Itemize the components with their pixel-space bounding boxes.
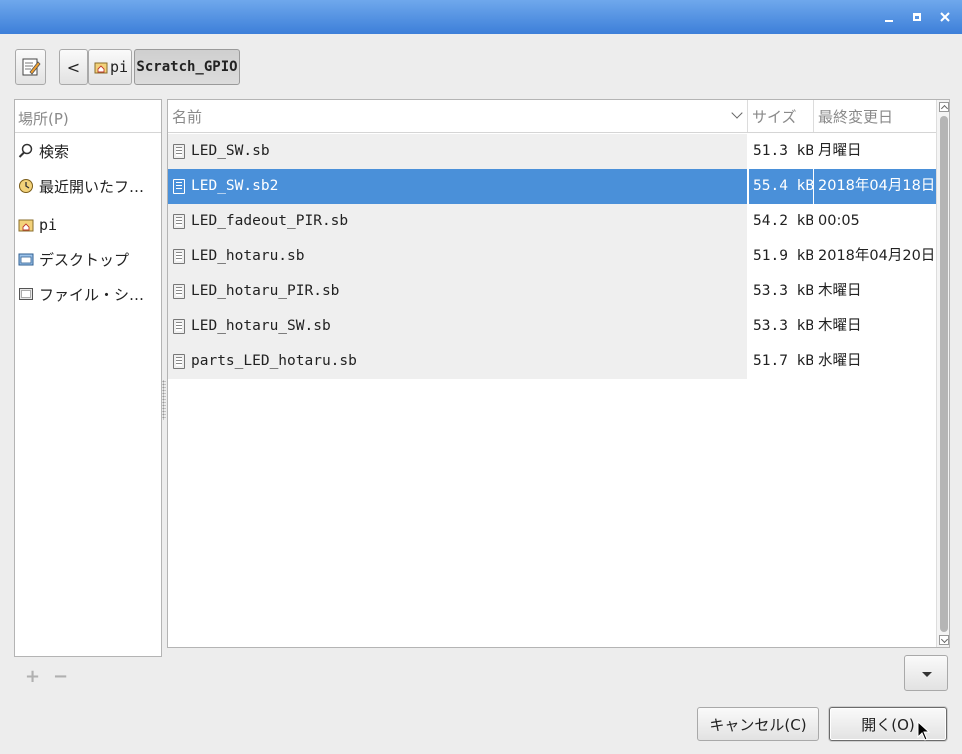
file-name: LED_hotaru_PIR.sb	[191, 283, 340, 299]
file-name: LED_hotaru_SW.sb	[191, 318, 331, 334]
minimize-button[interactable]	[881, 9, 897, 25]
place-label: デスクトップ	[39, 250, 130, 269]
text-file-icon	[173, 249, 185, 264]
file-name-cell: LED_SW.sb	[168, 134, 747, 169]
file-size: 51.7 kB	[753, 353, 813, 369]
recent-icon	[18, 178, 34, 194]
path-back-button[interactable]: <	[59, 49, 88, 85]
close-button[interactable]	[937, 9, 953, 25]
file-filter-dropdown[interactable]	[904, 655, 948, 691]
maximize-button[interactable]	[909, 9, 925, 25]
type-location-button[interactable]	[15, 49, 46, 85]
file-name-cell: LED_hotaru.sb	[168, 239, 747, 274]
file-list-header: 名前 サイズ 最終変更日	[168, 100, 936, 133]
column-label: 最終変更日	[818, 108, 894, 126]
place-filesystem[interactable]: ファイル・シ…	[15, 277, 161, 311]
places-header: 場所(P)	[15, 100, 161, 133]
file-name: LED_fadeout_PIR.sb	[191, 213, 349, 229]
file-date: 木曜日	[818, 318, 862, 334]
file-name-cell: LED_hotaru_SW.sb	[168, 309, 747, 344]
text-file-icon	[173, 284, 185, 299]
desktop-folder-icon	[18, 251, 34, 267]
text-file-icon	[173, 319, 185, 334]
vertical-scrollbar[interactable]	[936, 100, 949, 647]
add-bookmark-button[interactable]: +	[25, 666, 40, 687]
close-icon	[940, 12, 950, 22]
file-date: 月曜日	[818, 143, 862, 159]
home-folder-icon	[94, 62, 108, 74]
place-label: pi	[39, 216, 58, 234]
mouse-cursor-icon	[917, 721, 931, 741]
scroll-up-icon[interactable]	[939, 102, 949, 112]
file-date: 00:05	[818, 213, 860, 229]
file-list: 名前 サイズ 最終変更日 LED_SW.sb 51.3 kB 月曜日 LED_SW.s…	[167, 99, 950, 648]
file-name-cell: LED_SW.sb2	[168, 169, 747, 204]
place-label: 検索	[39, 142, 70, 161]
column-date-header[interactable]: 最終変更日	[814, 100, 936, 132]
place-label: ファイル・シ…	[39, 285, 145, 304]
text-file-icon	[173, 179, 185, 194]
file-row[interactable]: parts_LED_hotaru.sb 51.7 kB 水曜日	[168, 344, 936, 379]
file-row[interactable]: LED_SW.sb2 55.4 kB 2018年04月18日	[168, 169, 936, 204]
file-size: 51.9 kB	[753, 248, 813, 264]
file-date: 2018年04月20日	[818, 248, 936, 264]
file-row[interactable]: LED_SW.sb 51.3 kB 月曜日	[168, 134, 936, 169]
crumb-label: Scratch_GPIO	[136, 59, 238, 75]
text-file-icon	[173, 144, 185, 159]
file-row[interactable]: LED_hotaru.sb 51.9 kB 2018年04月20日	[168, 239, 936, 274]
file-name: LED_SW.sb2	[191, 178, 279, 194]
file-row[interactable]: LED_hotaru_PIR.sb 53.3 kB 木曜日	[168, 274, 936, 309]
file-date: 水曜日	[818, 353, 862, 369]
remove-bookmark-button[interactable]: −	[53, 666, 68, 687]
file-size: 53.3 kB	[753, 283, 813, 299]
file-name-cell: LED_fadeout_PIR.sb	[168, 204, 747, 239]
cancel-label: キャンセル(C)	[709, 715, 807, 734]
file-row[interactable]: LED_fadeout_PIR.sb 54.2 kB 00:05	[168, 204, 936, 239]
text-file-icon	[173, 214, 185, 229]
scrollbar-thumb[interactable]	[940, 116, 948, 632]
file-name: parts_LED_hotaru.sb	[191, 353, 357, 369]
places-sidebar: 場所(P) 検索 最近開いたフ… pi デスクトップ ファイル・シ…	[14, 99, 162, 657]
place-recent[interactable]: 最近開いたフ…	[15, 169, 161, 203]
sort-descending-icon	[731, 107, 743, 119]
cancel-button[interactable]: キャンセル(C)	[697, 707, 819, 741]
file-row[interactable]: LED_hotaru_SW.sb 53.3 kB 木曜日	[168, 309, 936, 344]
column-name-header[interactable]: 名前	[168, 100, 748, 132]
file-size: 53.3 kB	[753, 318, 813, 334]
window-titlebar	[0, 0, 962, 34]
crumb-label: pi	[110, 58, 129, 76]
file-name-cell: parts_LED_hotaru.sb	[168, 344, 747, 379]
column-label: 名前	[172, 108, 203, 126]
open-label: 開く(O)	[861, 715, 915, 734]
column-label: サイズ	[752, 108, 797, 126]
minimize-icon	[885, 20, 893, 22]
place-desktop[interactable]: デスクトップ	[15, 242, 161, 276]
text-file-icon	[173, 354, 185, 369]
maximize-icon	[913, 13, 921, 21]
edit-location-icon	[22, 58, 41, 76]
place-home[interactable]: pi	[15, 208, 161, 242]
crumb-pi[interactable]: pi	[88, 49, 132, 85]
home-folder-icon	[18, 217, 34, 233]
file-date: 木曜日	[818, 283, 862, 299]
column-size-header[interactable]: サイズ	[748, 100, 814, 132]
scroll-down-icon[interactable]	[939, 635, 949, 645]
filesystem-icon	[18, 286, 34, 302]
file-name: LED_hotaru.sb	[191, 248, 305, 264]
search-icon	[18, 143, 34, 159]
place-label: 最近開いたフ…	[39, 177, 145, 196]
file-size: 51.3 kB	[753, 143, 813, 159]
dropdown-arrow-icon	[922, 672, 932, 677]
file-date: 2018年04月18日	[814, 169, 936, 204]
crumb-scratch-gpio[interactable]: Scratch_GPIO	[134, 49, 240, 85]
pane-splitter[interactable]	[162, 380, 166, 420]
file-size: 54.2 kB	[753, 213, 813, 229]
file-name-cell: LED_hotaru_PIR.sb	[168, 274, 747, 309]
place-search[interactable]: 検索	[15, 134, 161, 168]
chevron-left-icon: <	[66, 57, 81, 77]
file-name: LED_SW.sb	[191, 143, 270, 159]
file-size: 55.4 kB	[749, 169, 813, 204]
